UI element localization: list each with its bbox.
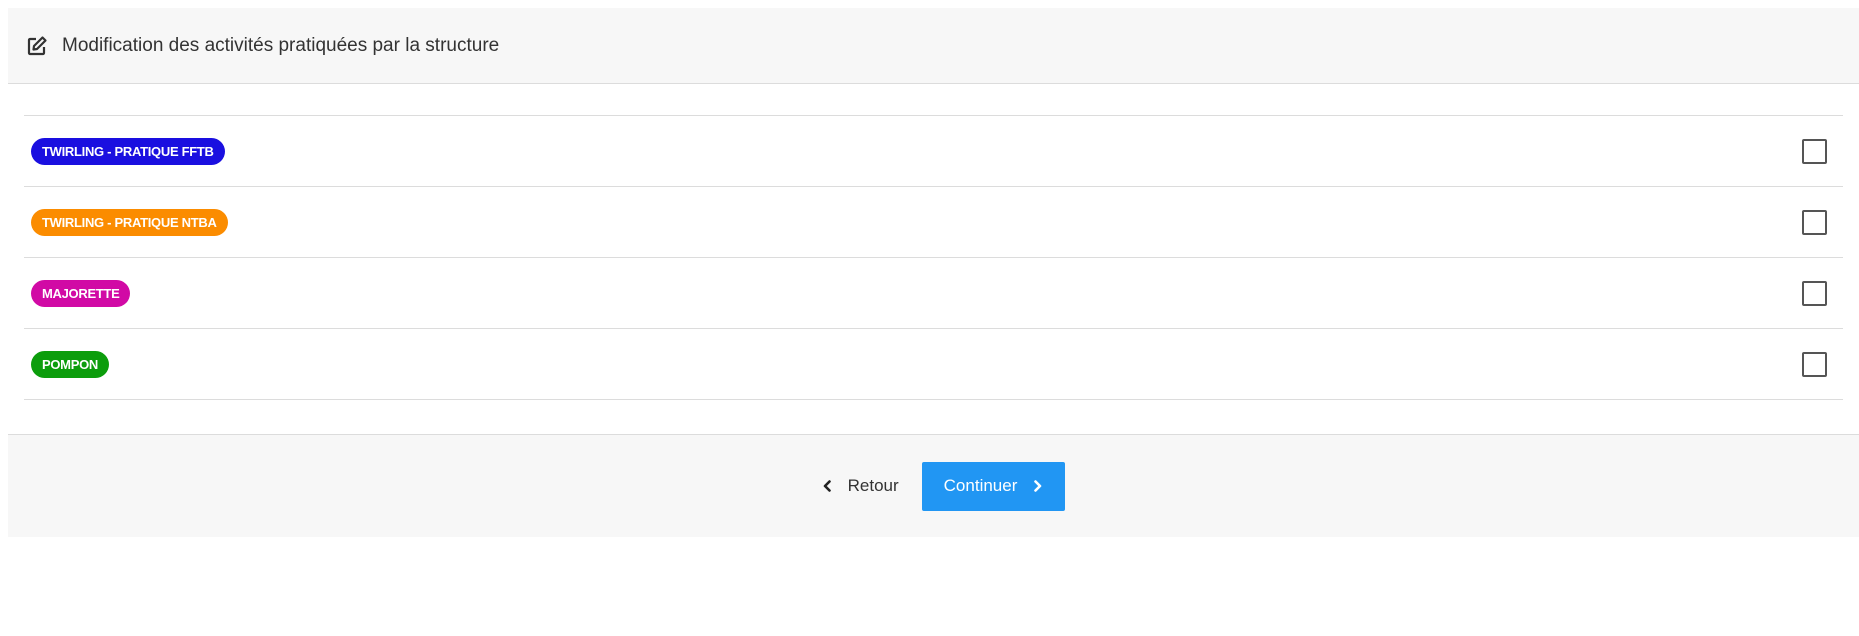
activity-row-majorette: MAJORETTE xyxy=(24,258,1843,329)
activity-list: TWIRLING - PRATIQUE FFTB TWIRLING - PRAT… xyxy=(24,115,1843,400)
continue-button-label: Continuer xyxy=(943,476,1018,495)
card-footer: Retour Continuer xyxy=(8,434,1859,537)
activity-row-twirling-ntba: TWIRLING - PRATIQUE NTBA xyxy=(24,187,1843,258)
activity-row-pompon: POMPON xyxy=(24,329,1843,400)
activity-badge: POMPON xyxy=(31,350,109,378)
activity-badge: TWIRLING - PRATIQUE FFTB xyxy=(31,137,225,165)
activity-checkbox[interactable] xyxy=(1802,351,1827,377)
activity-checkbox[interactable] xyxy=(1802,138,1827,164)
activities-card: Modification des activités pratiquées pa… xyxy=(8,8,1859,636)
activity-row-twirling-fftb: TWIRLING - PRATIQUE FFTB xyxy=(24,116,1843,187)
edit-icon xyxy=(26,35,48,57)
chevron-left-icon xyxy=(822,480,832,492)
activity-badge: MAJORETTE xyxy=(31,279,131,307)
card-header: Modification des activités pratiquées pa… xyxy=(8,8,1859,84)
card-body: TWIRLING - PRATIQUE FFTB TWIRLING - PRAT… xyxy=(8,84,1859,434)
continue-button[interactable]: Continuer xyxy=(921,461,1066,511)
activity-badge: TWIRLING - PRATIQUE NTBA xyxy=(31,208,228,236)
back-button[interactable]: Retour xyxy=(802,466,919,506)
back-button-label: Retour xyxy=(847,476,899,495)
activity-checkbox[interactable] xyxy=(1802,280,1827,306)
activity-checkbox[interactable] xyxy=(1802,209,1827,235)
chevron-right-icon xyxy=(1033,480,1043,492)
page-title: Modification des activités pratiquées pa… xyxy=(62,34,500,56)
